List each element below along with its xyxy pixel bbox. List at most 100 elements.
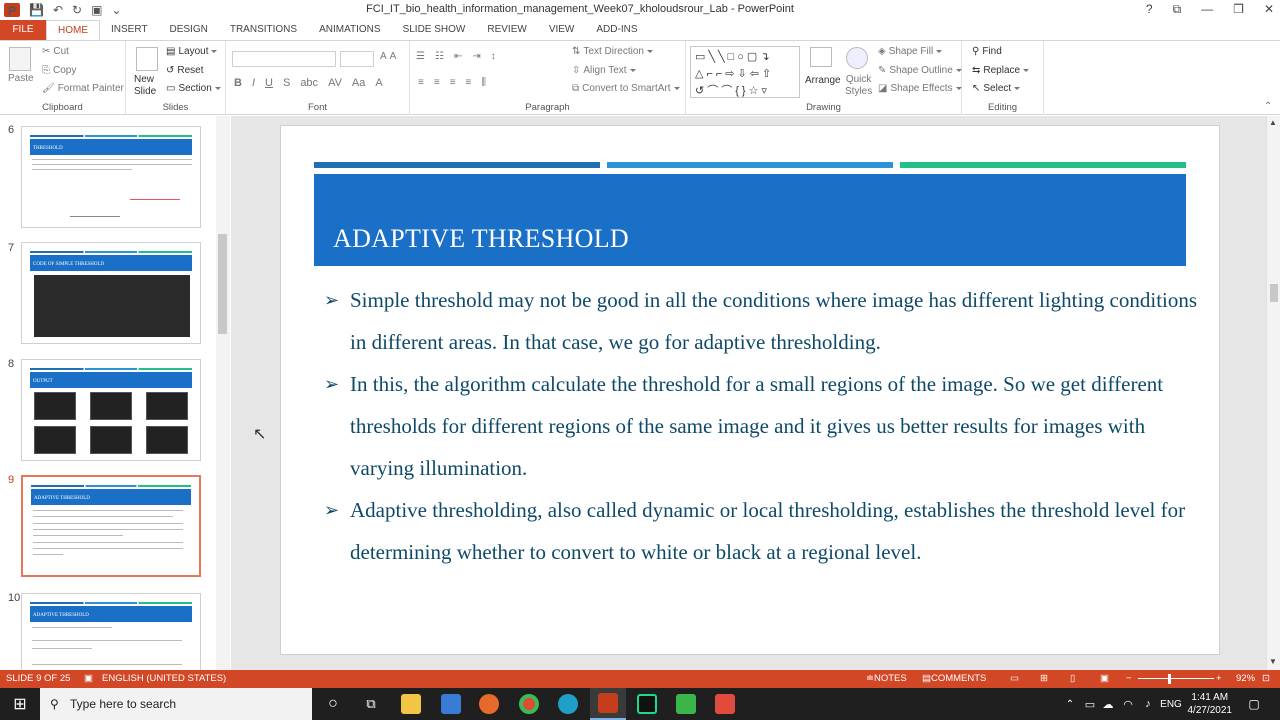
ribbon-display-options-icon[interactable]: ⧉ — [1173, 2, 1182, 17]
cut-button[interactable]: ✂ Cut — [42, 46, 69, 57]
onedrive-icon[interactable]: ☁ — [1100, 688, 1116, 720]
strikethrough-icon[interactable]: abc — [300, 77, 318, 89]
zoom-slider-thumb[interactable] — [1168, 674, 1171, 684]
bullet-list[interactable]: ➢ Simple threshold may not be good in al… — [324, 279, 1204, 573]
scroll-up-icon[interactable]: ▲ — [1269, 118, 1277, 127]
bold-icon[interactable]: B — [234, 77, 242, 89]
tab-slide-show[interactable]: SLIDE SHOW — [392, 20, 477, 40]
file-explorer-icon[interactable] — [396, 688, 426, 720]
new-slide-icon[interactable] — [136, 47, 158, 71]
align-left-icon[interactable]: ≡ — [418, 77, 424, 88]
edge-icon[interactable] — [553, 688, 583, 720]
chrome-icon[interactable] — [514, 688, 544, 720]
scrollbar-thumb[interactable] — [218, 234, 227, 334]
fit-slide-icon[interactable]: ⊡ — [1262, 670, 1270, 688]
tab-view[interactable]: VIEW — [538, 20, 586, 40]
select-button[interactable]: ↖ Select — [972, 83, 1021, 94]
minimize-icon[interactable]: — — [1201, 2, 1213, 17]
scrollbar-thumb[interactable] — [1270, 284, 1278, 302]
copy-button[interactable]: ⎘ Copy — [42, 65, 76, 76]
volume-icon[interactable]: ♪ — [1140, 688, 1156, 720]
task-view-icon[interactable]: ⧉ — [356, 688, 386, 720]
thumbnail-slide-6[interactable]: THRESHOLD — [21, 126, 201, 228]
paste-button[interactable]: Paste — [8, 73, 34, 84]
powerpoint-taskbar-icon[interactable] — [590, 688, 626, 720]
thumbnail-slide-7[interactable]: CODE OF SIMPLE THRESHOLD — [21, 242, 201, 344]
justify-icon[interactable]: ≡ — [466, 77, 472, 88]
convert-smartart-button[interactable]: ⧉ Convert to SmartArt — [572, 83, 680, 94]
underline-icon[interactable]: U — [265, 77, 273, 89]
tab-design[interactable]: DESIGN — [159, 20, 219, 40]
align-right-icon[interactable]: ≡ — [450, 77, 456, 88]
shape-fill-button[interactable]: ◈ Shape Fill — [878, 46, 943, 57]
arrange-button[interactable]: Arrange — [805, 75, 841, 86]
camtasia-red-icon[interactable] — [710, 688, 740, 720]
store-icon[interactable] — [436, 688, 466, 720]
windows-start-icon[interactable]: ⊞ — [0, 688, 40, 720]
slide-canvas[interactable]: ADAPTIVE THRESHOLD ➢ Simple threshold ma… — [280, 125, 1220, 655]
notes-button[interactable]: ≐ NOTES — [866, 670, 907, 688]
thumbnail-slide-9[interactable]: ADAPTIVE THRESHOLD — [21, 475, 201, 577]
collapse-ribbon-icon[interactable]: ⌃ — [1264, 101, 1272, 112]
increase-indent-icon[interactable]: ⇥ — [472, 51, 480, 62]
font-size-controls[interactable]: AA — [380, 51, 396, 62]
shadow-icon[interactable]: S — [283, 77, 290, 89]
shapes-gallery[interactable]: ▭╲╲□○▢↴ △⌐⌐⇨⇩⇦⇧ ↺⌒⌒{}☆▿ — [690, 46, 800, 98]
font-name-field[interactable] — [232, 51, 336, 67]
columns-icon[interactable]: ⫼ — [481, 77, 486, 88]
decrease-indent-icon[interactable]: ⇤ — [454, 51, 462, 62]
change-case-icon[interactable]: Aa — [352, 77, 365, 89]
taskbar-search-box[interactable]: ⚲ Type here to search — [40, 688, 312, 720]
show-hidden-icons[interactable]: ⌃ — [1062, 688, 1078, 720]
tab-home[interactable]: HOME — [46, 20, 100, 40]
notification-icon[interactable]: ▢ — [1244, 688, 1264, 720]
reset-button[interactable]: ↺ Reset — [166, 65, 204, 76]
battery-icon[interactable]: ▭ — [1082, 688, 1098, 720]
taskbar-clock[interactable]: 1:41 AM 4/27/2021 — [1188, 691, 1233, 717]
input-language[interactable]: ENG — [1158, 688, 1184, 720]
spacing-icon[interactable]: AV — [328, 77, 342, 89]
thumbnail-scrollbar[interactable] — [216, 116, 230, 670]
format-painter-button[interactable]: 🖌 Format Painter — [42, 83, 124, 94]
camtasia-green-icon[interactable] — [671, 688, 701, 720]
zoom-level[interactable]: 92% — [1236, 670, 1255, 688]
align-center-icon[interactable]: ≡ — [434, 77, 440, 88]
slide-sorter-icon[interactable]: ⊞ — [1040, 670, 1048, 688]
bullets-icon[interactable]: ☰ — [416, 51, 425, 62]
help-icon[interactable]: ? — [1146, 2, 1153, 17]
quick-styles-button[interactable]: Quick Styles — [845, 74, 872, 98]
firefox-icon[interactable] — [474, 688, 504, 720]
shape-outline-button[interactable]: ✎ Shape Outline — [878, 65, 962, 76]
paste-icon[interactable] — [9, 47, 31, 71]
reading-view-icon[interactable]: ▯ — [1070, 670, 1075, 688]
spellcheck-icon[interactable]: ▣ — [84, 670, 93, 688]
close-icon[interactable]: ✕ — [1264, 2, 1274, 17]
normal-view-icon[interactable]: ▭ — [1010, 670, 1019, 688]
align-text-button[interactable]: ⇳ Align Text — [572, 65, 636, 76]
tab-transitions[interactable]: TRANSITIONS — [219, 20, 308, 40]
language-indicator[interactable]: ENGLISH (UNITED STATES) — [102, 670, 226, 688]
numbering-icon[interactable]: ☷ — [435, 51, 444, 62]
thumbnail-slide-8[interactable]: OUTPUT — [21, 359, 201, 461]
tab-review[interactable]: REVIEW — [476, 20, 537, 40]
thumbnail-slide-10[interactable]: ADAPTIVE THRESHOLD — [21, 593, 201, 670]
pycharm-icon[interactable] — [632, 688, 662, 720]
font-color-icon[interactable]: A — [375, 77, 382, 89]
slide-title[interactable]: ADAPTIVE THRESHOLD — [333, 224, 629, 254]
scroll-down-icon[interactable]: ▼ — [1269, 657, 1277, 666]
italic-icon[interactable]: I — [252, 77, 255, 89]
restore-icon[interactable]: ❐ — [1233, 2, 1244, 17]
section-button[interactable]: ▭ Section — [166, 83, 221, 94]
text-direction-button[interactable]: ⇅ Text Direction — [572, 46, 653, 57]
zoom-out-icon[interactable]: − — [1126, 670, 1132, 688]
slideshow-view-icon[interactable]: ▣ — [1100, 670, 1109, 688]
zoom-slider[interactable] — [1138, 678, 1214, 679]
zoom-in-icon[interactable]: + — [1216, 670, 1222, 688]
line-spacing-icon[interactable]: ↕ — [491, 51, 496, 62]
tab-file[interactable]: FILE — [0, 20, 46, 40]
tab-add-ins[interactable]: ADD-INS — [585, 20, 648, 40]
cortana-icon[interactable]: ○ — [318, 688, 348, 720]
tab-animations[interactable]: ANIMATIONS — [308, 20, 391, 40]
new-slide-button[interactable]: New Slide — [134, 74, 156, 98]
slide-scrollbar[interactable]: ▲ ▼ — [1266, 116, 1280, 670]
